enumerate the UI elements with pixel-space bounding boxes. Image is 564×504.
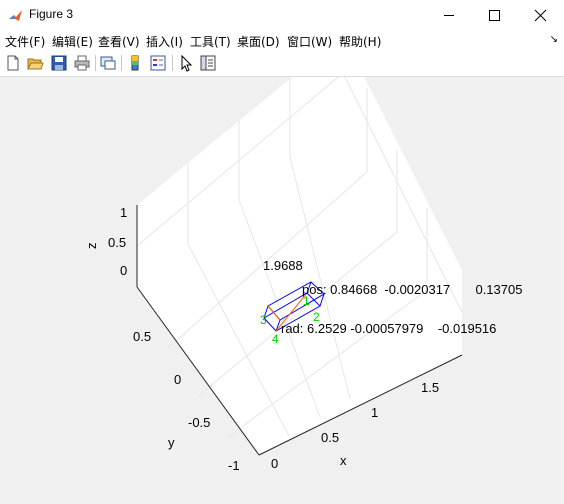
figure-canvas[interactable]: 1 0.5 0 z 0.5 0 -0.5 -1 y 0 0.5 1 1.5 x [0,35,564,500]
y-tick-label: 0 [174,372,181,387]
z-tick-label: 0 [120,263,127,278]
y-tick-label: -1 [228,458,240,473]
colorbar-icon[interactable] [126,54,144,72]
z-axis-label: z [84,243,99,250]
menu-edit[interactable]: 编辑(E) [52,33,93,50]
menu-window[interactable]: 窗口(W) [287,33,332,50]
x-axis-label: x [340,453,347,468]
minimize-button[interactable] [426,0,472,31]
open-file-icon[interactable] [26,54,44,72]
new-figure-icon[interactable] [4,54,22,72]
link-figure-icon[interactable] [99,54,117,72]
close-icon [534,9,547,22]
x-tick-label: 1 [371,405,378,420]
print-icon[interactable] [73,54,91,72]
toolbar-separator [121,55,122,71]
minimize-icon [444,15,454,16]
menu-bar: 文件(F) 编辑(E) 查看(V) 插入(I) 工具(T) 桌面(D) 窗口(W… [0,31,564,51]
x-tick-label: 0 [271,456,278,471]
menu-help[interactable]: 帮助(H) [339,33,381,50]
property-editor-icon[interactable] [199,54,217,72]
pos-text: pos: 0.84668 -0.0020317 0.13705 [302,282,522,297]
y-tick-label: -0.5 [188,415,210,430]
close-button[interactable] [518,0,564,31]
maximize-button[interactable] [472,0,518,31]
corner-label: 3 [260,313,267,327]
menu-file[interactable]: 文件(F) [5,33,45,50]
matlab-logo-icon [9,10,22,21]
window-title: Figure 3 [29,7,74,21]
menu-desktop[interactable]: 桌面(D) [237,33,280,50]
z-tick-label: 1 [120,205,127,220]
save-icon[interactable] [50,54,68,72]
y-tick-label: 0.5 [133,329,151,344]
toolbar [0,51,564,77]
x-tick-label: 1.5 [421,380,439,395]
legend-icon[interactable] [149,54,167,72]
toolbar-separator [95,55,96,71]
menu-view[interactable]: 查看(V) [98,33,140,50]
dock-arrow-icon[interactable]: ↘ [550,34,558,45]
value-text: 1.9688 [263,258,303,273]
corner-label: 4 [272,332,279,346]
maximize-icon [489,10,500,21]
z-tick-label: 0.5 [108,235,126,250]
menu-tools[interactable]: 工具(T) [190,33,231,50]
title-bar: Figure 3 [0,0,564,31]
y-axis-label: y [168,435,175,450]
x-tick-label: 0.5 [321,430,339,445]
rad-text: rad: 6.2529 -0.00057979 -0.019516 [281,321,496,336]
toolbar-separator [172,55,173,71]
menu-insert[interactable]: 插入(I) [146,33,183,50]
edit-plot-icon[interactable] [177,54,195,72]
axes-3d[interactable]: 1 0.5 0 z 0.5 0 -0.5 -1 y 0 0.5 1 1.5 x [0,35,564,500]
